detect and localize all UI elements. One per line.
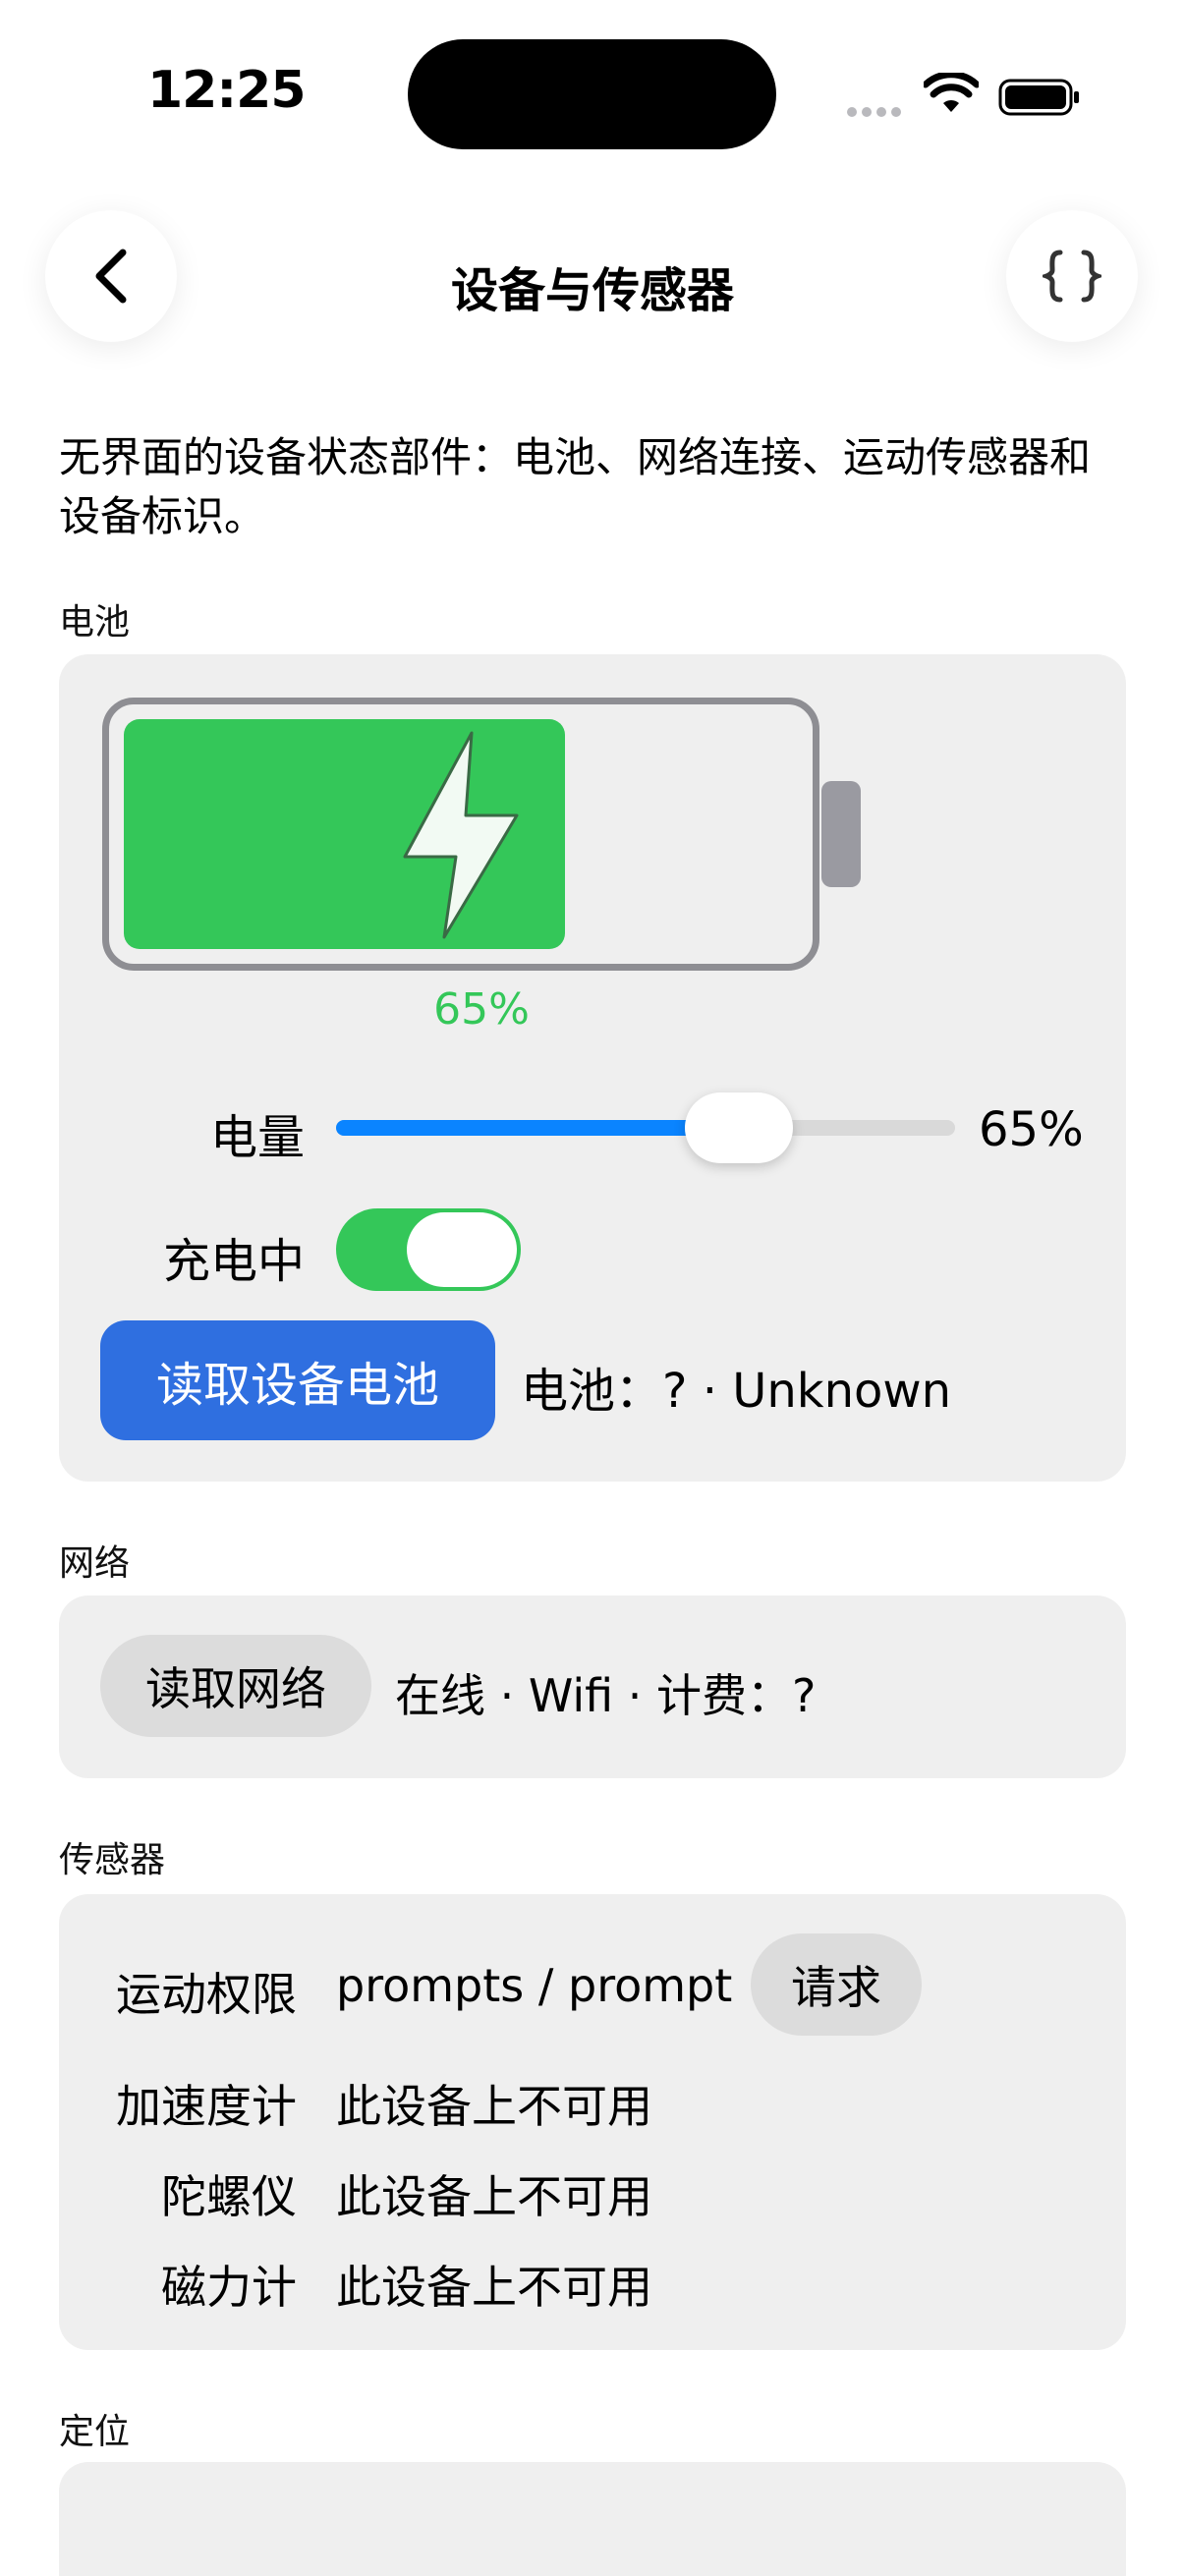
code-button[interactable] [1006,210,1138,342]
motion-permission-value: prompts / prompt [336,1959,733,2012]
location-card [59,2462,1126,2576]
bolt-icon [403,731,519,939]
level-slider-thumb[interactable] [685,1092,793,1163]
intro-text: 无界面的设备状态部件：电池、网络连接、运动传感器和设备标识。 [59,433,1092,540]
read-battery-button[interactable]: 读取设备电池 [100,1320,495,1440]
sensor-label-magnetometer: 磁力计 [161,2261,297,2314]
read-network-button[interactable]: 读取网络 [100,1635,371,1737]
section-label-sensors: 传感器 [59,1840,166,1880]
sensor-label-gyroscope: 陀螺仪 [161,2170,297,2223]
battery-status: 电池：? · Unknown [521,1364,952,1419]
dynamic-island [408,39,776,149]
wifi-icon [924,73,979,112]
signal-dots-icon [847,102,906,121]
braces-icon [1043,250,1101,303]
battery-percent: 65% [433,984,530,1035]
section-label-location: 定位 [59,2412,131,2452]
sensor-value-magnetometer: 此设备上不可用 [336,2261,652,2314]
charging-toggle-knob [407,1212,517,1287]
sensor-label-accelerometer: 加速度计 [116,2080,297,2133]
level-slider-value: 65% [979,1102,1084,1157]
battery-cap [821,781,861,887]
level-slider-fill [336,1120,739,1136]
status-time: 12:25 [147,61,307,120]
level-label: 电量 [209,1110,305,1165]
motion-permission-label: 运动权限 [116,1968,297,2021]
charging-label: 充电中 [162,1234,305,1289]
request-permission-button[interactable]: 请求 [751,1933,922,2036]
sensor-value-gyroscope: 此设备上不可用 [336,2170,652,2223]
battery-icon [998,79,1079,116]
network-status: 在线 · Wifi · 计费：? [395,1669,817,1722]
sensor-value-accelerometer: 此设备上不可用 [336,2080,652,2133]
section-label-network: 网络 [59,1543,131,1584]
section-label-battery: 电池 [59,602,131,643]
